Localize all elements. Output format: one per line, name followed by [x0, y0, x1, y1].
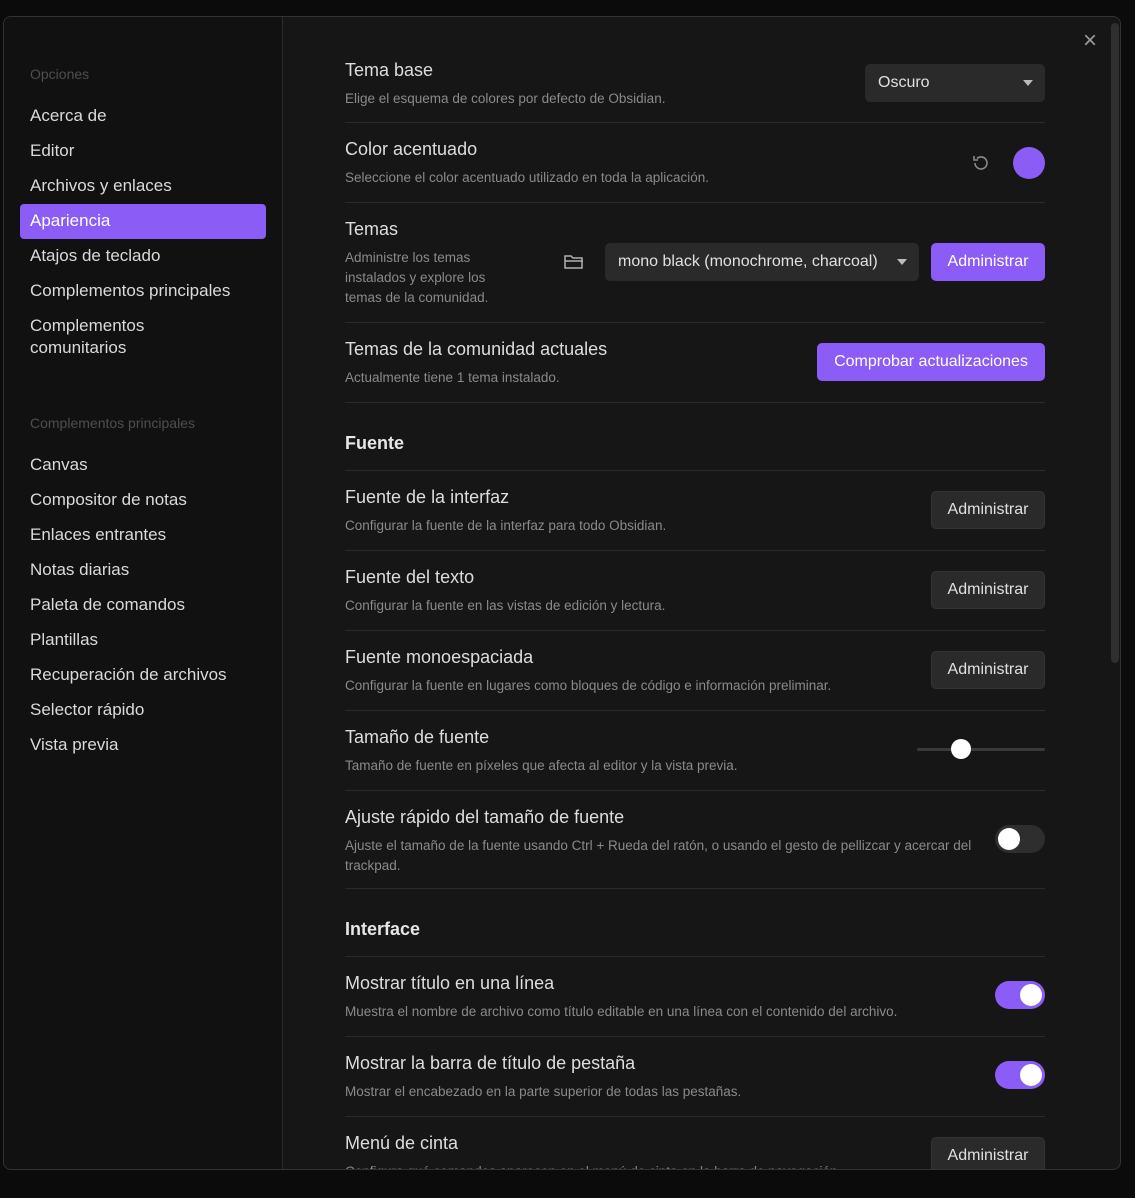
manage-themes-button[interactable]: Administrar: [931, 243, 1045, 281]
close-icon[interactable]: ×: [1080, 29, 1100, 53]
folder-icon[interactable]: [563, 252, 585, 272]
sidebar-group-title-options: Opciones: [30, 66, 90, 82]
setting-ribbon-menu: Menú de cinta Configura qué comandos apa…: [345, 1117, 1045, 1169]
setting-accent-color: Color acentuado Seleccione el color acen…: [345, 123, 1045, 203]
sidebar-item-templates[interactable]: Plantillas: [20, 623, 266, 658]
sidebar-item-about[interactable]: Acerca de: [20, 99, 266, 134]
settings-modal: Opciones Acerca de Editor Archivos y enl…: [3, 16, 1121, 1170]
theme-dropdown[interactable]: mono black (monochrome, charcoal): [605, 243, 919, 281]
tab-title-bar-toggle[interactable]: [995, 1061, 1045, 1089]
base-theme-dropdown[interactable]: Oscuro: [865, 64, 1045, 102]
setting-mono-font: Fuente monoespaciada Configurar la fuent…: [345, 631, 1045, 711]
chevron-down-icon: [1023, 80, 1033, 86]
setting-quick-font-size: Ajuste rápido del tamaño de fuente Ajust…: [345, 791, 1045, 889]
setting-desc: Ajuste el tamaño de la fuente usando Ctr…: [345, 838, 972, 873]
scrollbar[interactable]: [1111, 23, 1119, 663]
reset-icon[interactable]: [971, 153, 991, 173]
slider-track: [917, 748, 1045, 751]
setting-themes: Temas Administre los temas instalados y …: [345, 203, 1045, 323]
quick-font-size-toggle[interactable]: [995, 825, 1045, 853]
section-heading-interface: Interface: [345, 889, 1045, 957]
font-size-slider[interactable]: [917, 739, 1045, 759]
setting-desc: Mostrar el encabezado en la parte superi…: [345, 1084, 742, 1099]
sidebar-item-canvas[interactable]: Canvas: [20, 448, 266, 483]
sidebar-item-note-composer[interactable]: Compositor de notas: [20, 483, 266, 518]
sidebar-item-appearance[interactable]: Apariencia: [20, 204, 266, 239]
settings-content: Tema base Elige el esquema de colores po…: [345, 17, 1045, 1169]
setting-text-font: Fuente del texto Configurar la fuente en…: [345, 551, 1045, 631]
setting-name: Ajuste rápido del tamaño de fuente: [345, 807, 625, 827]
chevron-down-icon: [897, 259, 907, 265]
sidebar-item-community-plugins[interactable]: Complementos comunitarios: [20, 309, 190, 366]
sidebar-item-files-links[interactable]: Archivos y enlaces: [20, 169, 266, 204]
manage-text-font-button[interactable]: Administrar: [931, 571, 1045, 609]
setting-desc: Muestra el nombre de archivo como título…: [345, 1004, 898, 1019]
setting-desc: Administre los temas instalados y explor…: [345, 250, 489, 305]
setting-font-size: Tamaño de fuente Tamaño de fuente en píx…: [345, 711, 1045, 791]
manage-ribbon-button[interactable]: Administrar: [931, 1137, 1045, 1169]
setting-interface-font: Fuente de la interfaz Configurar la fuen…: [345, 471, 1045, 551]
setting-base-theme: Tema base Elige el esquema de colores po…: [345, 17, 1045, 123]
setting-desc: Seleccione el color acentuado utilizado …: [345, 170, 709, 185]
sidebar-item-quick-switcher[interactable]: Selector rápido: [20, 693, 266, 728]
settings-sidebar: Opciones Acerca de Editor Archivos y enl…: [4, 17, 283, 1169]
setting-name: Mostrar título en una línea: [345, 973, 555, 993]
accent-color-swatch[interactable]: [1013, 147, 1045, 179]
setting-name: Temas: [345, 219, 399, 239]
setting-community-themes: Temas de la comunidad actuales Actualmen…: [345, 323, 1045, 403]
sidebar-group-title-core-plugins: Complementos principales: [30, 415, 195, 431]
sidebar-item-page-preview[interactable]: Vista previa: [20, 728, 266, 763]
base-theme-value: Oscuro: [878, 74, 930, 91]
manage-interface-font-button[interactable]: Administrar: [931, 491, 1045, 529]
sidebar-item-hotkeys[interactable]: Atajos de teclado: [20, 239, 266, 274]
sidebar-item-backlinks[interactable]: Enlaces entrantes: [20, 518, 266, 553]
theme-value: mono black (monochrome, charcoal): [618, 253, 878, 270]
setting-name: Color acentuado: [345, 139, 478, 159]
slider-thumb[interactable]: [950, 739, 971, 759]
manage-mono-font-button[interactable]: Administrar: [931, 651, 1045, 689]
setting-inline-title: Mostrar título en una línea Muestra el n…: [345, 957, 1045, 1037]
check-updates-button[interactable]: Comprobar actualizaciones: [817, 343, 1045, 381]
sidebar-item-core-plugins[interactable]: Complementos principales: [20, 274, 266, 309]
sidebar-item-editor[interactable]: Editor: [20, 134, 266, 169]
setting-desc: Tamaño de fuente en píxeles que afecta a…: [345, 758, 738, 773]
setting-tab-title-bar: Mostrar la barra de título de pestaña Mo…: [345, 1037, 1045, 1117]
sidebar-item-command-palette[interactable]: Paleta de comandos: [20, 588, 266, 623]
sidebar-item-file-recovery[interactable]: Recuperación de archivos: [20, 658, 266, 693]
sidebar-item-daily-notes[interactable]: Notas diarias: [20, 553, 266, 588]
setting-name: Mostrar la barra de título de pestaña: [345, 1053, 636, 1073]
section-heading-font: Fuente: [345, 403, 1045, 471]
inline-title-toggle[interactable]: [995, 981, 1045, 1009]
